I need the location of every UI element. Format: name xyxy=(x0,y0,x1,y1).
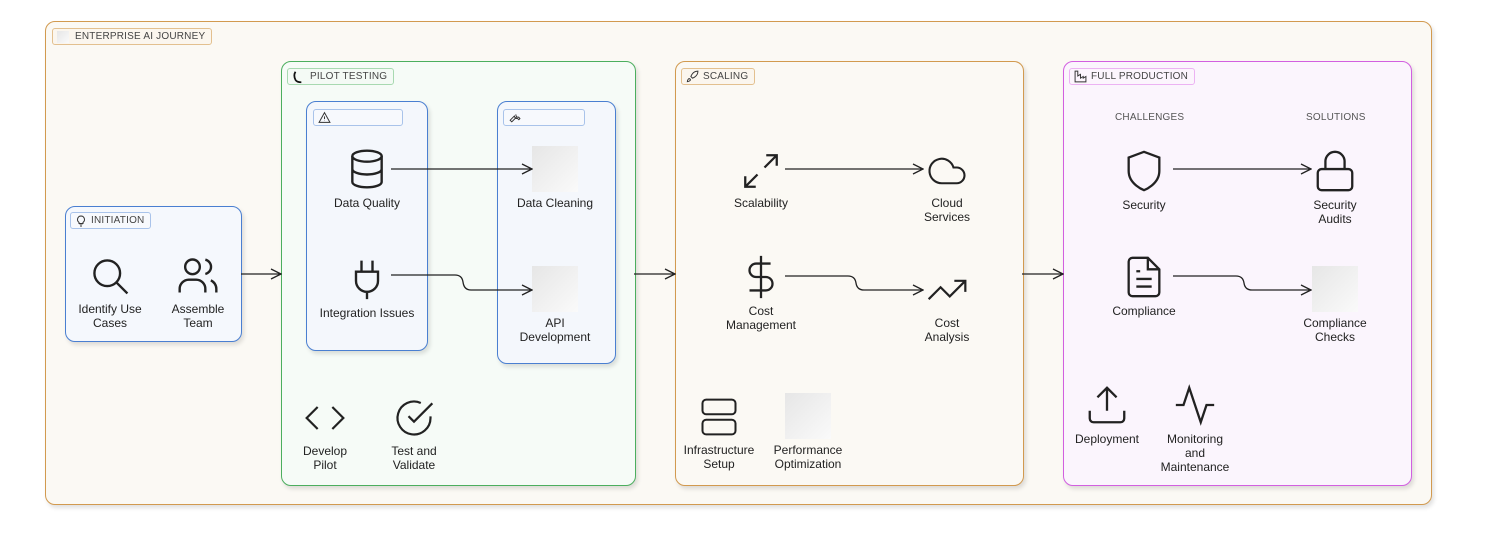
initiation-label: INITIATION xyxy=(70,212,152,229)
test-and-validate-node[interactable]: Test and Validate xyxy=(380,396,448,472)
data-quality-node[interactable]: Data Quality xyxy=(316,146,418,210)
placeholder-icon xyxy=(57,30,69,43)
develop-pilot-node[interactable]: Develop Pilot xyxy=(295,396,355,472)
activity-icon xyxy=(1175,384,1215,426)
performance-optimization-node[interactable]: Performance Optimization xyxy=(766,393,850,471)
monitoring-and-maintenance-node[interactable]: Monitoring and Maintenance xyxy=(1156,382,1234,474)
deployment-node[interactable]: Deployment xyxy=(1070,382,1144,446)
api-development-node[interactable]: API Development xyxy=(510,266,600,344)
diagram-title: ENTERPRISE AI JOURNEY xyxy=(75,31,206,42)
cost-analysis-node[interactable]: Cost Analysis xyxy=(913,268,981,344)
pilot-testing-label: PILOT TESTING xyxy=(287,68,395,85)
fixes-label xyxy=(503,109,585,126)
wrench-icon xyxy=(509,114,521,123)
data-cleaning-node[interactable]: Data Cleaning xyxy=(510,146,600,210)
lock-icon xyxy=(1316,150,1354,192)
image-placeholder xyxy=(1312,266,1358,312)
compliance-checks-node[interactable]: Compliance Checks xyxy=(1292,266,1378,344)
full-production-label: FULL PRODUCTION xyxy=(1069,68,1196,85)
image-placeholder xyxy=(532,266,578,312)
assemble-team-node[interactable]: Assemble Team xyxy=(160,254,236,330)
rocket-icon xyxy=(686,70,699,83)
plug-icon xyxy=(354,260,380,300)
integration-issues-node[interactable]: Integration Issues xyxy=(316,256,418,320)
security-audits-node[interactable]: Security Audits xyxy=(1300,148,1370,226)
shield-icon xyxy=(1127,150,1161,192)
warning-icon xyxy=(318,111,331,123)
challenges-header: CHALLENGES xyxy=(1115,112,1185,123)
infrastructure-setup-node[interactable]: Infrastructure Setup xyxy=(680,395,758,471)
issues-label xyxy=(313,109,403,126)
users-icon xyxy=(178,258,218,293)
identify-use-cases-node[interactable]: Identify Use Cases xyxy=(70,254,150,330)
upload-icon xyxy=(1088,386,1126,424)
image-placeholder xyxy=(785,393,831,439)
flask-icon xyxy=(293,70,302,83)
scaling-label: SCALING xyxy=(681,68,756,85)
code-icon xyxy=(305,406,345,430)
solutions-header: SOLUTIONS xyxy=(1306,112,1366,123)
check-circle-icon xyxy=(396,400,434,436)
image-placeholder xyxy=(532,146,578,192)
lightbulb-icon xyxy=(77,214,85,226)
document-icon xyxy=(1127,256,1161,298)
compliance-node[interactable]: Compliance xyxy=(1106,254,1182,318)
trending-up-icon xyxy=(927,279,967,300)
enterprise-ai-journey-label: ENTERPRISE AI JOURNEY xyxy=(52,28,213,45)
dollar-icon xyxy=(748,255,774,299)
scalability-node[interactable]: Scalability xyxy=(722,150,800,210)
factory-icon xyxy=(1074,70,1087,83)
cloud-icon xyxy=(928,157,966,185)
search-icon xyxy=(93,259,129,295)
server-icon xyxy=(701,398,737,436)
cost-management-node[interactable]: Cost Management xyxy=(715,254,807,332)
cloud-services-node[interactable]: Cloud Services xyxy=(913,150,981,224)
expand-icon xyxy=(744,154,778,188)
security-node[interactable]: Security xyxy=(1110,148,1178,212)
database-icon xyxy=(351,149,383,189)
